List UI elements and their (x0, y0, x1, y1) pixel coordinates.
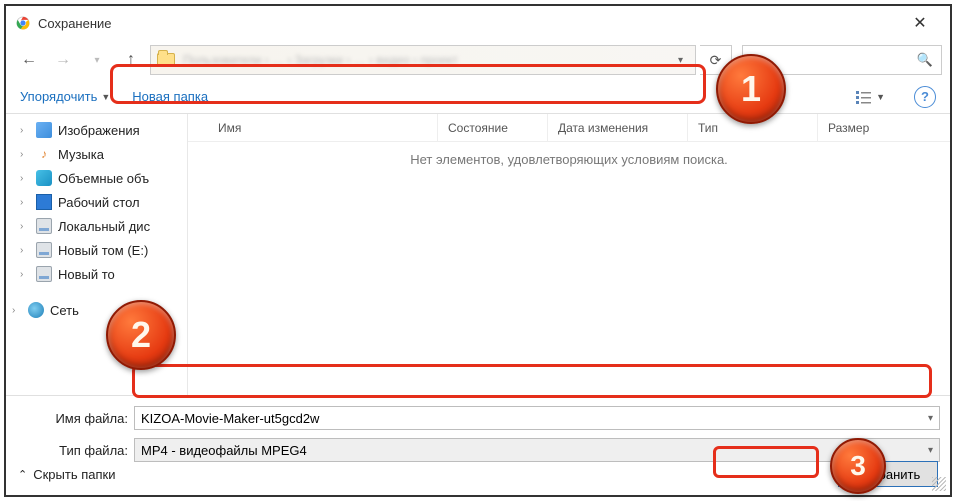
organize-label: Упорядочить (20, 89, 97, 104)
col-type[interactable]: Тип (688, 114, 818, 141)
col-name[interactable]: Имя (188, 114, 438, 141)
resize-grip[interactable] (932, 477, 946, 491)
sidebar-label: Изображения (58, 123, 140, 138)
sidebar-label: Новый том (E:) (58, 243, 148, 258)
titlebar: Сохранение ✕ (6, 6, 950, 40)
filetype-label: Тип файла: (16, 443, 134, 458)
sidebar-item-3dobjects[interactable]: › Объемные объ (6, 166, 187, 190)
sidebar-item-network[interactable]: › Сеть (6, 298, 187, 322)
chevron-down-icon: ▼ (876, 92, 885, 102)
save-button[interactable]: Сохранить (838, 461, 938, 487)
hide-folders-toggle[interactable]: ⌃ Скрыть папки (18, 467, 115, 482)
new-folder-button[interactable]: Новая папка (132, 89, 208, 104)
expand-icon[interactable]: › (20, 269, 30, 280)
file-list-pane: Имя Состояние Дата изменения Тип Размер … (188, 114, 950, 395)
new-folder-label: Новая папка (132, 89, 208, 104)
address-path: Пользователи › … › Загрузки › … › видео … (183, 53, 672, 67)
bottom-panel: Имя файла: KIZOA-Movie-Maker-ut5gcd2w ▾ … (6, 395, 950, 495)
dropdown-icon[interactable]: ▾ (928, 445, 933, 456)
nav-forward[interactable]: → (48, 46, 78, 74)
sidebar-item-volume-e[interactable]: › Новый том (E:) (6, 238, 187, 262)
address-bar[interactable]: Пользователи › … › Загрузки › … › видео … (150, 45, 696, 75)
col-state[interactable]: Состояние (438, 114, 548, 141)
expand-icon[interactable]: › (20, 197, 30, 208)
sidebar-label: Рабочий стол (58, 195, 140, 210)
dropdown-icon[interactable]: ▾ (928, 413, 933, 424)
col-size[interactable]: Размер (818, 114, 950, 141)
column-headers: Имя Состояние Дата изменения Тип Размер (188, 114, 950, 142)
expand-icon[interactable]: › (20, 149, 30, 160)
help-button[interactable]: ? (914, 86, 936, 108)
images-icon (36, 122, 52, 138)
chevron-down-icon: ▼ (101, 92, 110, 102)
hide-folders-label: Скрыть папки (33, 467, 115, 482)
save-dialog: Сохранение ✕ ← → ▾ ↑ Пользователи › … › … (6, 6, 950, 495)
nav-up[interactable]: ↑ (116, 46, 146, 74)
folder-icon (157, 53, 175, 67)
filename-value: KIZOA-Movie-Maker-ut5gcd2w (141, 411, 319, 426)
search-placeholder: эр (751, 53, 917, 68)
expand-icon[interactable]: › (12, 305, 22, 316)
3d-icon (36, 170, 52, 186)
search-icon: 🔍 (917, 52, 933, 68)
sidebar-label: Новый то (58, 267, 115, 282)
sidebar-label: Объемные объ (58, 171, 149, 186)
filetype-value: MP4 - видеофайлы MPEG4 (141, 443, 307, 458)
navbar: ← → ▾ ↑ Пользователи › … › Загрузки › … … (6, 40, 950, 80)
chrome-icon (16, 16, 30, 30)
drive-icon (36, 242, 52, 258)
nav-back[interactable]: ← (14, 46, 44, 74)
expand-icon[interactable]: › (20, 125, 30, 136)
sidebar: › Изображения › ♪ Музыка › Объемные объ › Раб… (6, 114, 188, 395)
filename-label: Имя файла: (16, 411, 134, 426)
refresh-button[interactable]: ⟳ (700, 45, 732, 75)
sidebar-item-localdisk[interactable]: › Локальный дис (6, 214, 187, 238)
drive-icon (36, 218, 52, 234)
search-input[interactable]: эр 🔍 (742, 45, 942, 75)
drive-icon (36, 266, 52, 282)
desktop-icon (36, 194, 52, 210)
filename-input[interactable]: KIZOA-Movie-Maker-ut5gcd2w ▾ (134, 406, 940, 430)
expand-icon[interactable]: › (20, 245, 30, 256)
toolbar: Упорядочить ▼ Новая папка ▼ ? (6, 80, 950, 114)
empty-message: Нет элементов, удовлетворяющих условиям … (188, 142, 950, 395)
window-title: Сохранение (38, 16, 112, 31)
sidebar-label: Локальный дис (58, 219, 150, 234)
sidebar-label: Сеть (50, 303, 79, 318)
organize-button[interactable]: Упорядочить ▼ (20, 89, 110, 104)
sidebar-item-images[interactable]: › Изображения (6, 118, 187, 142)
sidebar-label: Музыка (58, 147, 104, 162)
address-dropdown-icon[interactable]: ▾ (672, 55, 689, 66)
network-icon (28, 302, 44, 318)
expand-icon[interactable]: › (20, 221, 30, 232)
sidebar-item-volume[interactable]: › Новый то (6, 262, 187, 286)
sidebar-item-music[interactable]: › ♪ Музыка (6, 142, 187, 166)
nav-recent-dropdown[interactable]: ▾ (82, 46, 112, 74)
music-icon: ♪ (36, 146, 52, 162)
chevron-up-icon: ⌃ (18, 468, 27, 481)
sidebar-item-desktop[interactable]: › Рабочий стол (6, 190, 187, 214)
view-options-button[interactable]: ▼ (849, 86, 892, 108)
col-date[interactable]: Дата изменения (548, 114, 688, 141)
close-button[interactable]: ✕ (900, 13, 940, 33)
expand-icon[interactable]: › (20, 173, 30, 184)
